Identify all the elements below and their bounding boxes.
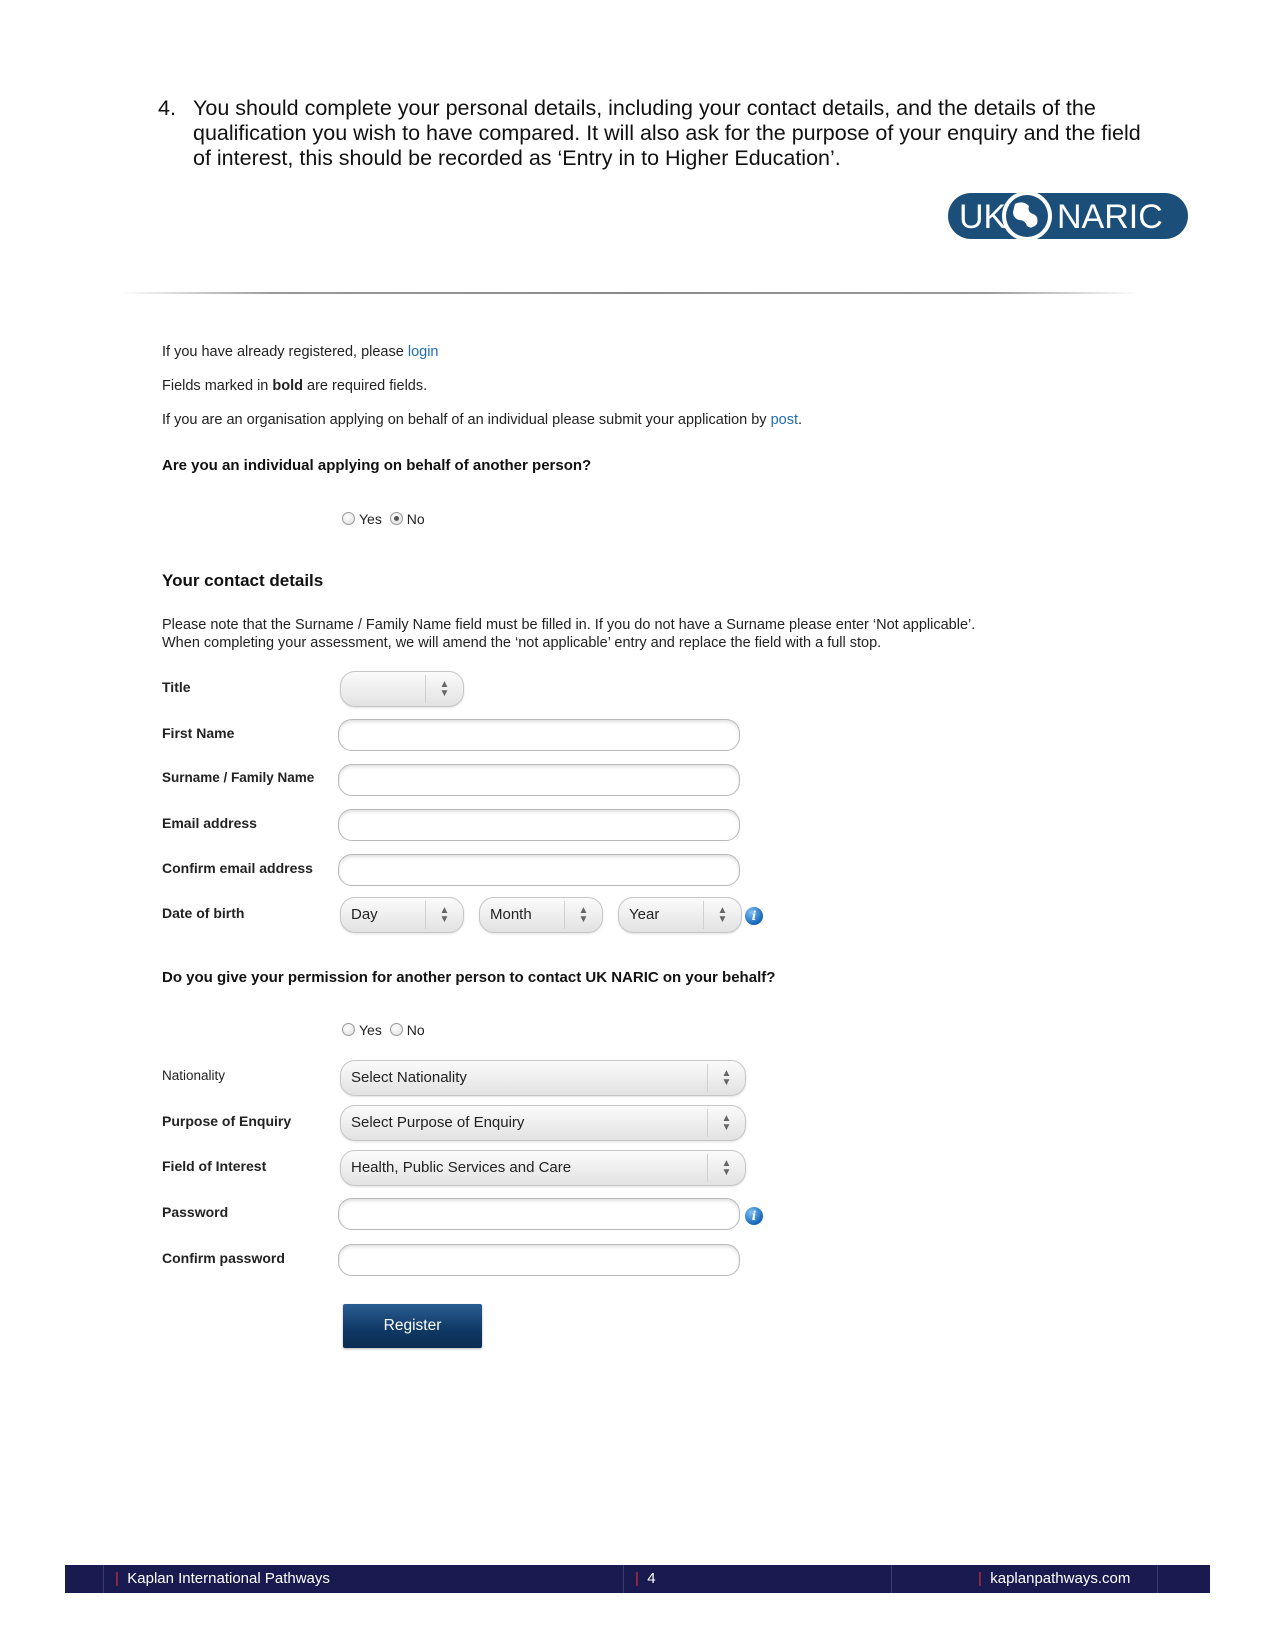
- page-footer: | Kaplan International Pathways | 4 | ka…: [65, 1565, 1210, 1593]
- field-of-interest-select[interactable]: Health, Public Services and Care ▲ ▼: [340, 1150, 746, 1186]
- confirm-password-input[interactable]: [338, 1244, 740, 1276]
- divider: [120, 292, 1140, 294]
- register-button[interactable]: Register: [343, 1304, 482, 1348]
- organisation-note: If you are an organisation applying on b…: [162, 412, 803, 428]
- permission-no-radio[interactable]: [389, 1023, 403, 1036]
- select-arrows-icon: ▲ ▼: [707, 1109, 745, 1137]
- surname-label: Surname / Family Name: [162, 770, 315, 785]
- first-name-label: First Name: [162, 725, 235, 741]
- footer-left: | Kaplan International Pathways: [115, 1570, 330, 1587]
- email-input[interactable]: [338, 809, 740, 841]
- footer-center: | 4: [635, 1570, 656, 1587]
- dob-month-select[interactable]: Month ▲ ▼: [479, 897, 603, 933]
- confirm-password-label: Confirm password: [162, 1250, 285, 1266]
- post-link[interactable]: post: [771, 412, 798, 428]
- select-arrows-icon: ▲ ▼: [425, 901, 463, 929]
- behalf-no-radio[interactable]: [389, 512, 403, 525]
- purpose-label: Purpose of Enquiry: [162, 1113, 292, 1129]
- surname-note-line-1: Please note that the Surname / Family Na…: [162, 617, 976, 633]
- footer-divider: [103, 1565, 104, 1593]
- step-number: 4.: [158, 96, 176, 120]
- title-label: Title: [162, 679, 191, 695]
- footer-divider: [891, 1565, 892, 1593]
- dob-info-icon[interactable]: i: [745, 907, 763, 925]
- select-arrows-icon: ▲ ▼: [707, 1154, 745, 1182]
- already-registered-line: If you have already registered, please l…: [162, 344, 439, 360]
- footer-divider: [623, 1565, 624, 1593]
- footer-divider: [1157, 1565, 1158, 1593]
- permission-question: Do you give your permission for another …: [162, 969, 776, 986]
- footer-website: kaplanpathways.com: [990, 1570, 1131, 1587]
- footer-right: | kaplanpathways.com: [978, 1570, 1131, 1587]
- first-name-input[interactable]: [338, 719, 740, 751]
- title-select[interactable]: ▲ ▼: [340, 671, 464, 707]
- permission-radio-group: Yes No: [342, 1022, 429, 1038]
- footer-page-number: 4: [647, 1570, 656, 1587]
- select-arrows-icon: ▲ ▼: [564, 901, 602, 929]
- permission-yes-radio[interactable]: [342, 1023, 355, 1036]
- behalf-yes-radio[interactable]: [342, 512, 355, 525]
- dob-year-select[interactable]: Year ▲ ▼: [618, 897, 742, 933]
- svg-text:NARIC: NARIC: [1057, 198, 1163, 236]
- dob-label: Date of birth: [162, 905, 245, 921]
- confirm-email-input[interactable]: [338, 854, 740, 886]
- password-label: Password: [162, 1204, 229, 1220]
- select-arrows-icon: ▲ ▼: [707, 1064, 745, 1092]
- dob-day-select[interactable]: Day ▲ ▼: [340, 897, 464, 933]
- behalf-question: Are you an individual applying on behalf…: [162, 457, 592, 474]
- password-info-icon[interactable]: i: [745, 1207, 763, 1225]
- footer-brand: Kaplan International Pathways: [127, 1570, 330, 1587]
- required-fields-note: Fields marked in bold are required field…: [162, 378, 428, 394]
- nationality-label: Nationality: [162, 1068, 226, 1083]
- password-input[interactable]: [338, 1198, 740, 1230]
- behalf-radio-group: Yes No: [342, 511, 429, 527]
- field-of-interest-label: Field of Interest: [162, 1158, 267, 1174]
- confirm-email-label: Confirm email address: [162, 860, 313, 876]
- svg-text:UK: UK: [959, 198, 1007, 236]
- uk-naric-logo: UK NARIC: [948, 191, 1188, 241]
- purpose-select[interactable]: Select Purpose of Enquiry ▲ ▼: [340, 1105, 746, 1141]
- nationality-select[interactable]: Select Nationality ▲ ▼: [340, 1060, 746, 1096]
- login-link[interactable]: login: [408, 344, 439, 360]
- email-label: Email address: [162, 815, 257, 831]
- surname-note-line-2: When completing your assessment, we will…: [162, 635, 882, 651]
- select-arrows-icon: ▲ ▼: [425, 675, 463, 703]
- surname-input[interactable]: [338, 764, 740, 796]
- select-arrows-icon: ▲ ▼: [703, 901, 741, 929]
- contact-details-heading: Your contact details: [162, 571, 324, 590]
- step-text: You should complete your personal detail…: [193, 96, 1141, 170]
